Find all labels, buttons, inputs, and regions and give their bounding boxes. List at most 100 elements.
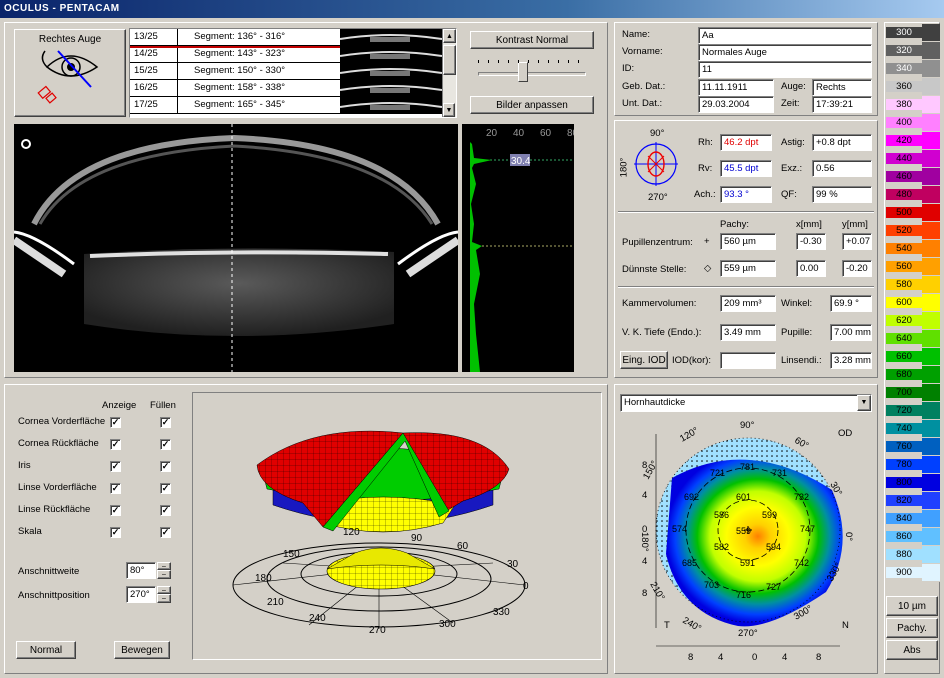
deg270-label: 270° [648, 192, 668, 203]
scale-value: 300 [886, 27, 922, 38]
segment-row[interactable]: 13/25 Segment: 136° - 316° [130, 29, 444, 48]
scale-entry: 500 [886, 204, 940, 222]
time-field[interactable]: 17:39:21 [812, 96, 872, 113]
density-plot[interactable]: 20 40 60 80 30.4 [462, 124, 574, 372]
segment-row[interactable]: 17/25 Segment: 165° - 345° [130, 97, 442, 114]
3d-model-svg: 1501209060300180210240270300330 [232, 430, 529, 636]
map-x-tick: 8 [816, 652, 821, 663]
display-fill-checkbox[interactable]: ✓ [160, 483, 171, 494]
display-row-label: Iris [18, 460, 31, 471]
display-show-checkbox[interactable]: ✓ [110, 417, 121, 428]
chevron-down-icon[interactable]: ▼ [857, 395, 871, 411]
eing-iod-button[interactable]: Eing. IOD [620, 351, 668, 369]
pupil-center-symbol: + [704, 236, 710, 247]
scale-abs-button[interactable]: Abs [886, 640, 938, 660]
id-label: ID: [622, 63, 635, 74]
map-thickness-value: 781 [740, 462, 755, 472]
contrast-slider[interactable] [478, 58, 586, 88]
section-width-field[interactable]: 80° [126, 562, 156, 579]
scroll-down-button[interactable]: ▼ [443, 103, 455, 117]
lens-label: Linsendi.: [781, 355, 822, 366]
3d-model-view[interactable]: 150 120 90 60 30 0 180 210 240 270 300 330 [192, 392, 602, 660]
plot3d-angle-label: 120 [343, 527, 360, 538]
scale-value: 400 [886, 117, 922, 128]
map-thickness-value: 559 [736, 526, 751, 536]
scale-unit-button[interactable]: 10 µm [886, 596, 938, 616]
scale-value: 460 [886, 171, 922, 182]
display-show-checkbox[interactable]: ✓ [110, 461, 121, 472]
normal-button[interactable]: Normal [16, 641, 76, 659]
display-show-checkbox[interactable]: ✓ [110, 527, 121, 538]
iod-field[interactable] [720, 352, 776, 369]
scale-value: 900 [886, 567, 922, 578]
scroll-thumb[interactable] [443, 45, 456, 75]
exam-date-field[interactable]: 29.03.2004 [698, 96, 774, 113]
fill-col-header: Füllen [150, 400, 176, 411]
scale-value: 780 [886, 459, 922, 470]
dob-label: Geb. Dat.: [622, 81, 666, 92]
scale-swatch [922, 42, 940, 59]
segment-row[interactable]: 15/25 Segment: 150° - 330° [130, 63, 442, 80]
scale-swatch [922, 348, 940, 365]
section-position-spinner[interactable]: – – [157, 586, 171, 603]
eye-field[interactable]: Rechts [812, 79, 872, 96]
thinnest-pachy-field: 559 µm [720, 260, 776, 277]
qf-field: 99 % [812, 186, 872, 203]
dob-field[interactable]: 11.11.1911 [698, 79, 774, 96]
fit-images-button[interactable]: Bilder anpassen [470, 96, 594, 114]
scale-entry: 680 [886, 366, 940, 384]
plot3d-angle-label: 300 [439, 619, 456, 630]
scheimpflug-image[interactable] [14, 124, 458, 372]
map-x-tick: 8 [688, 652, 693, 663]
display-show-checkbox[interactable]: ✓ [110, 483, 121, 494]
scale-swatch [922, 402, 940, 419]
map-thickness-value: 721 [710, 468, 725, 478]
scale-swatch [922, 24, 940, 41]
display-fill-checkbox[interactable]: ✓ [160, 527, 171, 538]
contrast-button[interactable]: Kontrast Normal [470, 31, 594, 49]
rh-field: 46.2 dpt [720, 134, 772, 151]
display-show-checkbox[interactable]: ✓ [110, 505, 121, 516]
display-fill-checkbox[interactable]: ✓ [160, 439, 171, 450]
segment-row[interactable]: 16/25 Segment: 158° - 338° [130, 80, 442, 97]
rv-field: 45.5 dpt [720, 160, 772, 177]
scale-value: 660 [886, 351, 922, 362]
scale-entry: 720 [886, 402, 940, 420]
thinnest-symbol: ◇ [704, 263, 712, 274]
chamber-volume-field: 209 mm³ [720, 295, 776, 312]
scale-pachy-button[interactable]: Pachy. [886, 618, 938, 638]
scale-value: 420 [886, 135, 922, 146]
show-col-header: Anzeige [102, 400, 137, 411]
scale-value: 480 [886, 189, 922, 200]
segment-thumbnail [340, 80, 442, 96]
segment-thumbnail [340, 97, 442, 113]
segment-list[interactable]: 13/25 Segment: 136° - 316° 14/25 Segment: 1… [129, 28, 457, 118]
eye-select-button[interactable]: Rechtes Auge [14, 29, 126, 117]
segment-thumbnail [340, 63, 442, 79]
segment-scrollbar[interactable]: ▲ ▼ [442, 29, 456, 117]
move-button[interactable]: Bewegen [114, 641, 170, 659]
map-x-tick: 0 [752, 652, 757, 663]
pachymetry-map[interactable]: 90° 60° 30° 0° 330° 300° 270° 240° 210° 180° 150° 1… [620, 414, 874, 670]
section-position-field[interactable]: 270° [126, 586, 156, 603]
scale-value: 600 [886, 297, 922, 308]
display-row-label: Cornea Vorderfläche [18, 416, 106, 427]
segment-row[interactable]: 14/25 Segment: 143° - 323° [130, 46, 442, 63]
display-show-checkbox[interactable]: ✓ [110, 439, 121, 450]
scale-entry: 520 [886, 222, 940, 240]
thinnest-x-field: 0.00 [796, 260, 826, 277]
map-y-tick: 4 [642, 490, 647, 501]
map-type-select[interactable]: Hornhautdicke ▼ [620, 394, 872, 412]
id-field[interactable]: 11 [698, 61, 872, 78]
display-fill-checkbox[interactable]: ✓ [160, 417, 171, 428]
slider-thumb[interactable] [518, 62, 528, 82]
display-fill-checkbox[interactable]: ✓ [160, 461, 171, 472]
section-width-spinner[interactable]: – – [157, 562, 171, 579]
scale-entry: 780 [886, 456, 940, 474]
name-field[interactable]: Aa [698, 27, 872, 44]
firstname-field[interactable]: Normales Auge [698, 44, 872, 61]
display-fill-checkbox[interactable]: ✓ [160, 505, 171, 516]
scroll-up-button[interactable]: ▲ [443, 29, 456, 43]
scale-value: 360 [886, 81, 922, 92]
eye-label: Auge: [781, 81, 806, 92]
